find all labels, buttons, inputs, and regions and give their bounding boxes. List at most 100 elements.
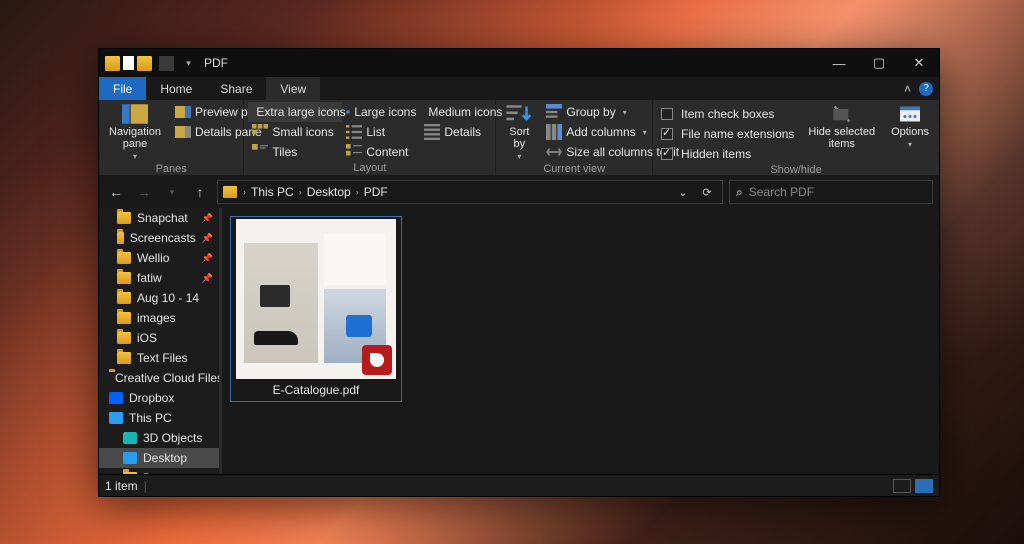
file-list[interactable]: E-Catalogue.pdf: [222, 208, 939, 474]
navigation-tree[interactable]: Snapchat📌Screencasts📌Wellio📌fatiw📌Aug 10…: [99, 208, 219, 474]
address-bar[interactable]: › This PC › Desktop › PDF ⌄ ⟳: [217, 180, 723, 204]
group-by-icon: [546, 104, 562, 120]
window-title: PDF: [204, 56, 228, 70]
file-name-extensions-toggle[interactable]: File name extensions: [657, 124, 798, 144]
help-icon[interactable]: ?: [919, 82, 933, 96]
tree-item[interactable]: Snapchat 📌: [99, 208, 219, 228]
tab-file[interactable]: File: [99, 77, 146, 100]
ribbon-group-panes: Panes: [103, 163, 239, 177]
tree-item[interactable]: Desktop: [99, 448, 219, 468]
tree-item-label: Dropbox: [129, 391, 174, 405]
breadcrumb-desktop[interactable]: Desktop: [307, 185, 351, 199]
details-view-toggle[interactable]: [893, 479, 911, 493]
tree-item[interactable]: Aug 10 - 14: [99, 288, 219, 308]
item-check-boxes-toggle[interactable]: Item check boxes: [657, 104, 798, 124]
3d-objects-icon: [123, 432, 137, 444]
up-button[interactable]: ↑: [189, 181, 211, 203]
tree-item[interactable]: Creative Cloud Files: [99, 368, 219, 388]
forward-button[interactable]: →: [133, 181, 155, 203]
tree-item-label: Screencasts: [130, 231, 196, 245]
explorer-window: ▾ PDF — ▢ ✕ File Home Share View ˄ ? Nav…: [98, 48, 940, 497]
layout-list[interactable]: List: [342, 122, 420, 142]
tree-item-label: Wellio: [137, 251, 169, 265]
document-icon: [123, 56, 134, 70]
tab-share[interactable]: Share: [206, 77, 266, 100]
search-icon: ⌕: [736, 185, 743, 200]
chevron-right-icon[interactable]: ›: [353, 187, 362, 197]
tab-view[interactable]: View: [266, 77, 320, 100]
tree-item[interactable]: iOS: [99, 328, 219, 348]
folder-icon: [105, 56, 120, 71]
hide-selected-items-icon: [829, 104, 855, 124]
layout-medium-icons[interactable]: Medium icons: [420, 102, 500, 122]
chevron-down-icon: ▾: [133, 152, 137, 161]
tree-item-label: 3D Objects: [143, 431, 202, 445]
tree-item-label: This PC: [129, 411, 172, 425]
titlebar: ▾ PDF — ▢ ✕: [99, 49, 939, 77]
layout-tiles[interactable]: Tiles: [248, 142, 342, 162]
content-icon: [346, 144, 362, 160]
sort-by-label: Sortby: [509, 126, 529, 150]
tree-item[interactable]: Dropbox: [99, 388, 219, 408]
sort-by-button[interactable]: Sortby ▾: [500, 102, 538, 163]
tree-item-label: Desktop: [143, 451, 187, 465]
chevron-down-icon: ▾: [643, 128, 647, 137]
chevron-right-icon[interactable]: ›: [240, 187, 249, 197]
navigation-bar: ← → ▾ ↑ › This PC › Desktop › PDF ⌄ ⟳ ⌕ …: [99, 176, 939, 208]
breadcrumb-pdf[interactable]: PDF: [364, 185, 388, 199]
tree-item[interactable]: 3D Objects: [99, 428, 219, 448]
navigation-pane-icon: [122, 104, 148, 124]
tree-item-label: fatiw: [137, 271, 162, 285]
layout-content[interactable]: Content: [342, 142, 420, 162]
tab-home[interactable]: Home: [146, 77, 206, 100]
refresh-button[interactable]: ⟳: [696, 181, 718, 203]
ribbon-group-current-view: Current view: [500, 163, 648, 177]
layout-extra-large-icons[interactable]: Extra large icons: [248, 102, 342, 122]
hide-selected-items-button[interactable]: Hide selecteditems: [802, 102, 881, 152]
breadcrumb-this-pc[interactable]: This PC: [251, 185, 294, 199]
layout-small-icons[interactable]: Small icons: [248, 122, 342, 142]
size-columns-icon: [546, 144, 562, 160]
separator: [159, 56, 174, 71]
chevron-down-icon: ▾: [517, 152, 521, 161]
maximize-button[interactable]: ▢: [859, 49, 899, 77]
file-name-label: E-Catalogue.pdf: [273, 379, 360, 399]
pdf-badge-icon: [362, 345, 392, 375]
checkbox-icon: [661, 108, 673, 120]
dropdown-icon[interactable]: ▾: [181, 56, 196, 71]
recent-locations-icon[interactable]: ▾: [161, 181, 183, 203]
ribbon-group-layout: Layout: [248, 162, 491, 176]
large-icons-icon: [346, 104, 350, 120]
options-button[interactable]: Options ▾: [885, 102, 935, 151]
tree-item[interactable]: Wellio📌: [99, 248, 219, 268]
tree-item-label: Snapchat: [137, 211, 188, 225]
close-button[interactable]: ✕: [899, 49, 939, 77]
pin-icon: 📌: [202, 213, 213, 224]
folder-icon: [117, 312, 131, 324]
pin-icon: 📌: [202, 273, 213, 284]
dropbox-icon: [109, 392, 123, 404]
preview-pane-icon: [175, 104, 191, 120]
monitor-icon: [109, 412, 123, 424]
back-button[interactable]: ←: [105, 181, 127, 203]
checkbox-checked-icon: [661, 128, 673, 140]
thumbnails-view-toggle[interactable]: [915, 479, 933, 493]
layout-details[interactable]: Details: [420, 122, 500, 142]
collapse-ribbon-icon[interactable]: ˄: [904, 82, 911, 96]
chevron-right-icon[interactable]: ›: [296, 187, 305, 197]
address-dropdown-icon[interactable]: ⌄: [672, 181, 694, 203]
folder-icon: [117, 292, 131, 304]
tree-item[interactable]: images: [99, 308, 219, 328]
minimize-button[interactable]: —: [819, 49, 859, 77]
tree-item[interactable]: Text Files: [99, 348, 219, 368]
tree-item[interactable]: Screencasts📌: [99, 228, 219, 248]
tree-item[interactable]: This PC: [99, 408, 219, 428]
monitor-icon: [123, 452, 137, 464]
layout-large-icons[interactable]: Large icons: [342, 102, 420, 122]
search-input[interactable]: ⌕ Search PDF: [729, 180, 933, 204]
tree-item[interactable]: fatiw 📌: [99, 268, 219, 288]
file-item[interactable]: E-Catalogue.pdf: [230, 216, 402, 402]
hidden-items-toggle[interactable]: Hidden items: [657, 144, 798, 164]
tree-item-label: Aug 10 - 14: [137, 291, 199, 305]
navigation-pane-button[interactable]: Navigationpane ▾: [103, 102, 167, 163]
